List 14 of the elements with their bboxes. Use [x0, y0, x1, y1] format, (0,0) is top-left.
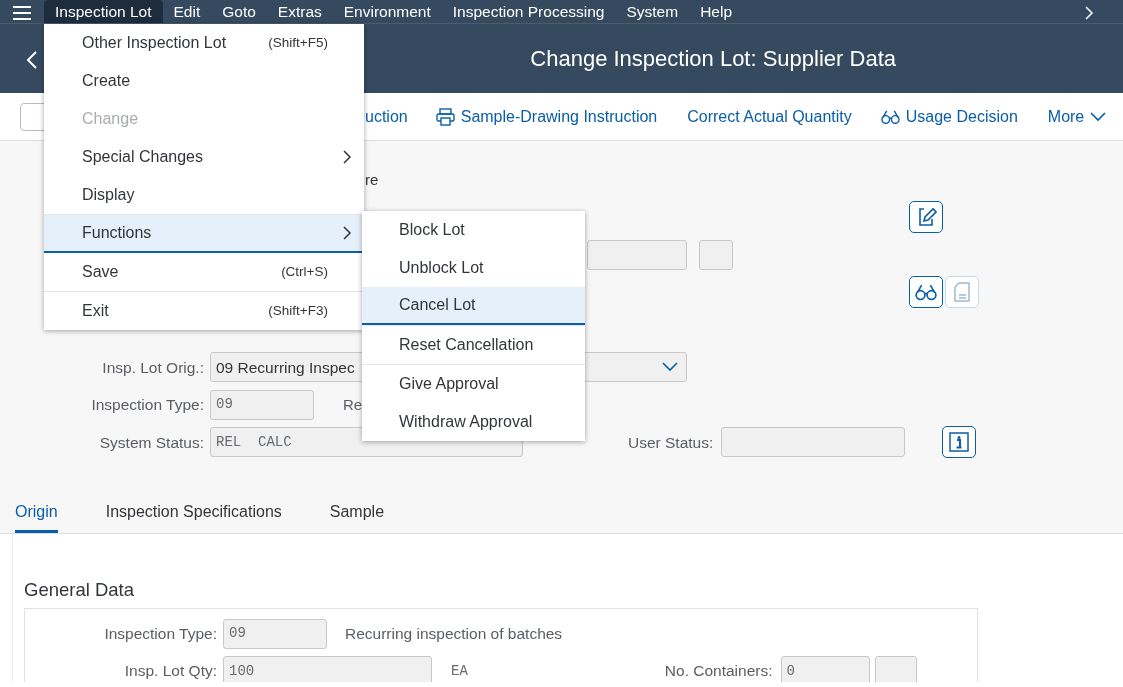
- field-label: Insp. Lot Qty:: [123, 661, 217, 682]
- field-value: 09 Recurring Inspec: [216, 357, 355, 378]
- field-description: Recurring inspection of batches: [345, 623, 563, 644]
- field-label: re: [365, 169, 379, 190]
- unit-text: EA: [451, 661, 468, 681]
- field-label: Re: [343, 394, 363, 415]
- field-label: User Status:: [628, 432, 714, 453]
- field-label: Inspection Type:: [103, 623, 217, 644]
- field-label: Inspection Type:: [90, 395, 204, 416]
- page-title: Change Inspection Lot: Supplier Data: [530, 45, 896, 73]
- field-label: System Status:: [98, 432, 204, 453]
- field-label: Insp. Lot Orig.:: [101, 357, 204, 378]
- field-label: No. Containers:: [664, 661, 773, 682]
- section-title: General Data: [24, 578, 136, 602]
